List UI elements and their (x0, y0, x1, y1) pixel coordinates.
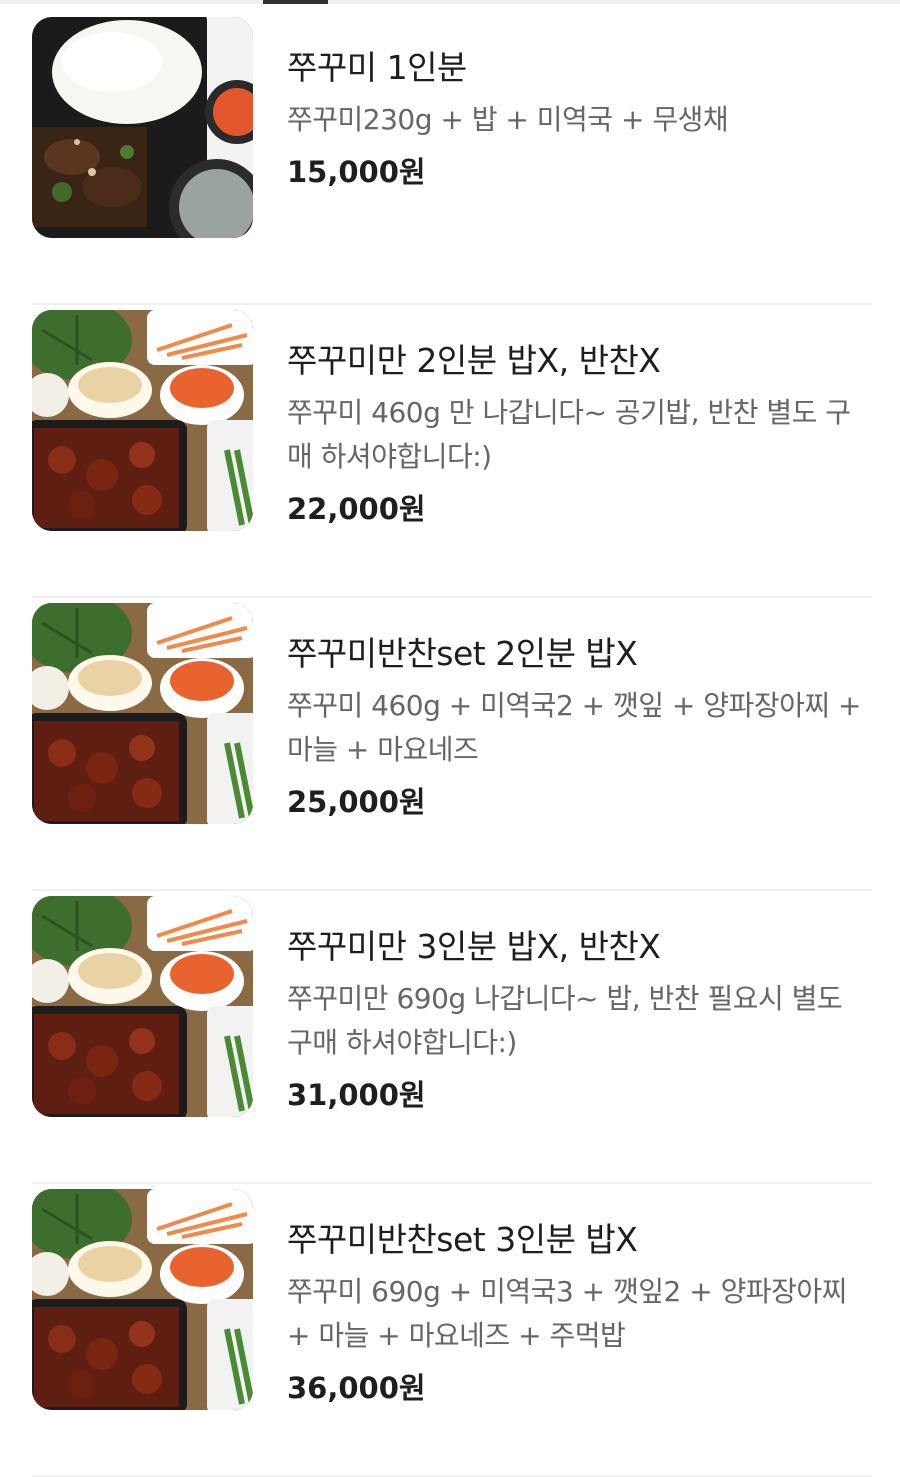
menu-item-name: 쭈꾸미만 2인분 밥X, 반찬X (287, 341, 661, 380)
menu-list: 쭈꾸미 1인분 쭈꾸미230g + 밥 + 미역국 + 무생채 15,000원 (32, 12, 872, 1477)
menu-item-price: 22,000원 (287, 492, 426, 526)
menu-item-info: 쭈꾸미 1인분 쭈꾸미230g + 밥 + 미역국 + 무생채 15,000원 (287, 46, 872, 194)
menu-item[interactable]: 쭈꾸미반찬set 3인분 밥X 쭈꾸미 690g + 미역국3 + 깻잎2 + … (32, 1184, 872, 1477)
menu-item-description: 쭈꾸미230g + 밥 + 미역국 + 무생채 (287, 103, 729, 136)
menu-item-photo (32, 896, 253, 1117)
menu-item-info: 쭈꾸미반찬set 3인분 밥X 쭈꾸미 690g + 미역국3 + 깻잎2 + … (287, 1218, 872, 1410)
menu-item[interactable]: 쭈꾸미 1인분 쭈꾸미230g + 밥 + 미역국 + 무생채 15,000원 (32, 12, 872, 305)
menu-item-description: 쭈꾸미 690g + 미역국3 + 깻잎2 + 양파장아찌 + 마늘 + 마요네… (287, 1275, 847, 1352)
menu-item-description: 쭈꾸미 460g 만 나갑니다~ 공기밥, 반찬 별도 구매 하셔야합니다:) (287, 396, 851, 473)
menu-item-name: 쭈꾸미반찬set 3인분 밥X (287, 1220, 638, 1259)
menu-item-photo (32, 603, 253, 824)
menu-item-info: 쭈꾸미만 3인분 밥X, 반찬X 쭈꾸미만 690g 나갑니다~ 밥, 반찬 필… (287, 925, 872, 1117)
menu-item-info: 쭈꾸미반찬set 2인분 밥X 쭈꾸미 460g + 미역국2 + 깻잎 + 양… (287, 632, 872, 824)
menu-item-name: 쭈꾸미 1인분 (287, 48, 467, 87)
menu-item[interactable]: 쭈꾸미만 3인분 밥X, 반찬X 쭈꾸미만 690g 나갑니다~ 밥, 반찬 필… (32, 891, 872, 1184)
menu-item[interactable]: 쭈꾸미반찬set 2인분 밥X 쭈꾸미 460g + 미역국2 + 깻잎 + 양… (32, 598, 872, 891)
menu-item-photo (32, 17, 253, 238)
menu-item-price: 25,000원 (287, 785, 426, 819)
menu-item-price: 36,000원 (287, 1371, 426, 1405)
menu-item-price: 15,000원 (287, 155, 426, 189)
top-divider (0, 0, 900, 4)
menu-item-info: 쭈꾸미만 2인분 밥X, 반찬X 쭈꾸미 460g 만 나갑니다~ 공기밥, 반… (287, 339, 872, 531)
menu-item-description: 쭈꾸미만 690g 나갑니다~ 밥, 반찬 필요시 별도 구매 하셔야합니다:) (287, 982, 843, 1059)
menu-item[interactable]: 쭈꾸미만 2인분 밥X, 반찬X 쭈꾸미 460g 만 나갑니다~ 공기밥, 반… (32, 305, 872, 598)
menu-item-photo (32, 1189, 253, 1410)
menu-item-name: 쭈꾸미반찬set 2인분 밥X (287, 634, 638, 673)
menu-item-photo (32, 310, 253, 531)
tab-indicator (263, 0, 328, 4)
menu-item-price: 31,000원 (287, 1078, 426, 1112)
menu-item-description: 쭈꾸미 460g + 미역국2 + 깻잎 + 양파장아찌 + 마늘 + 마요네즈 (287, 689, 861, 766)
menu-item-name: 쭈꾸미만 3인분 밥X, 반찬X (287, 927, 661, 966)
